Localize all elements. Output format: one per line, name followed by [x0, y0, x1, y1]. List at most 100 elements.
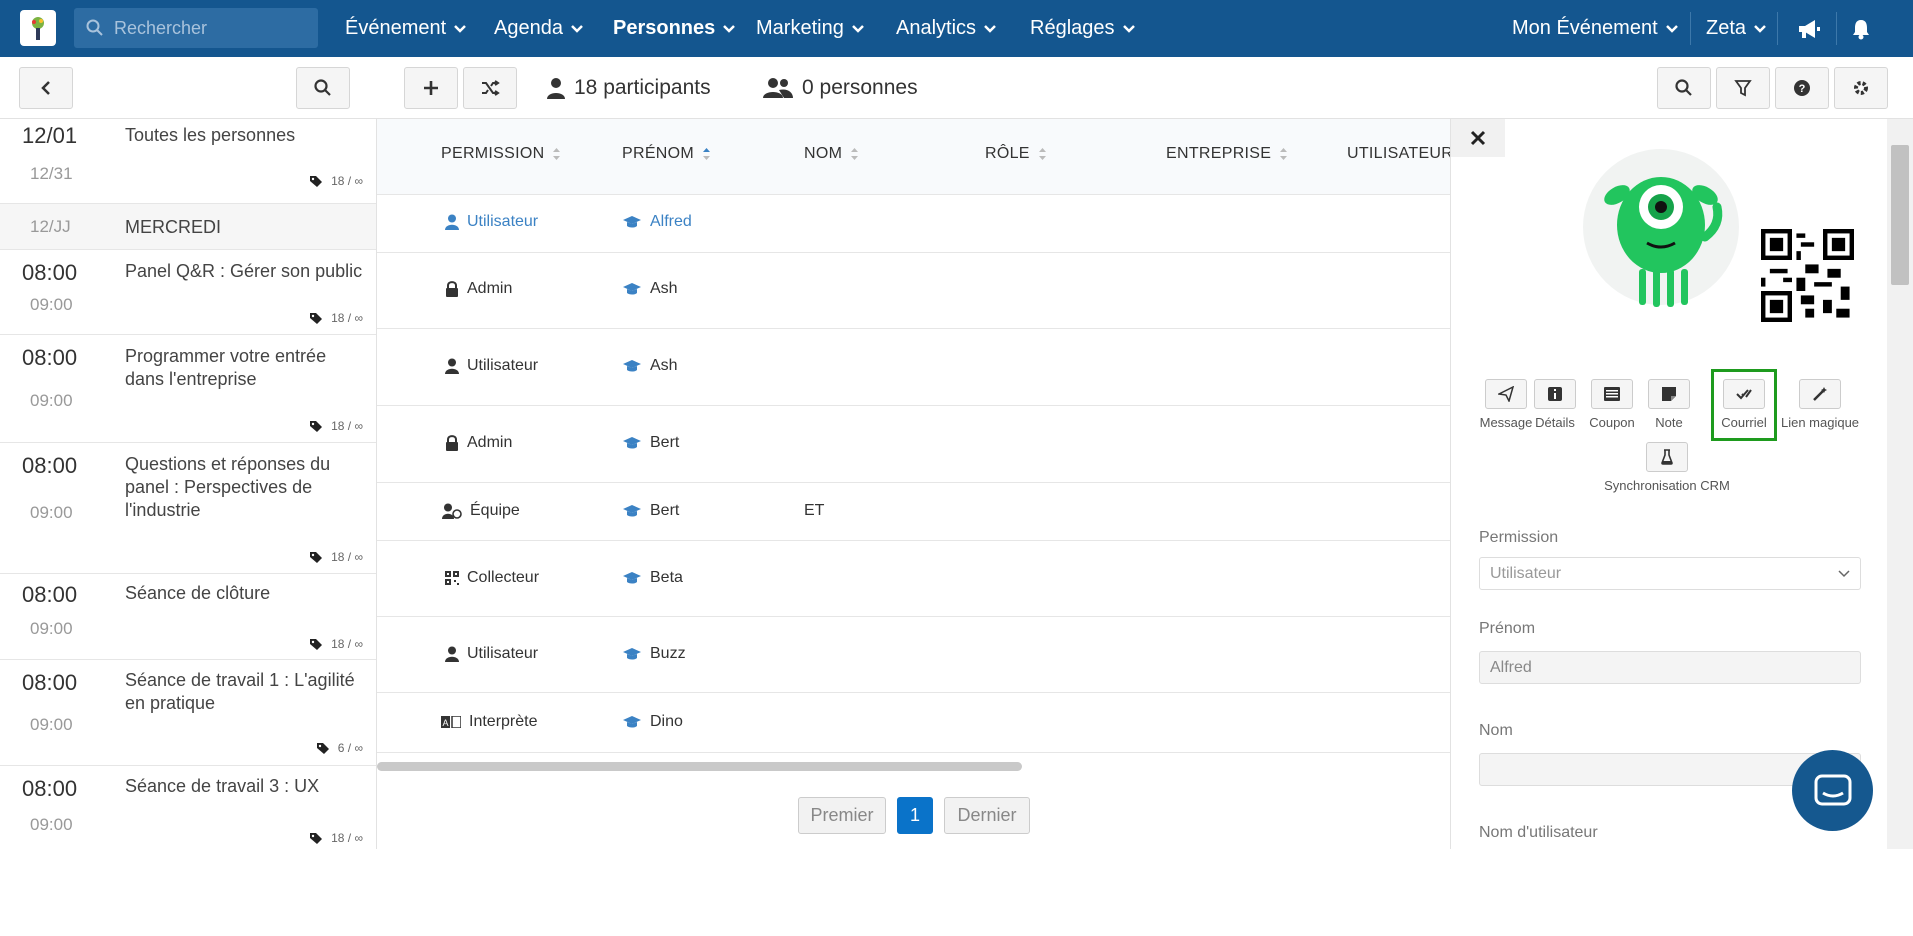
first-name-cell[interactable]: Ash [622, 357, 678, 375]
announcements-button[interactable] [1797, 0, 1821, 57]
add-person-button[interactable] [404, 67, 458, 109]
table-row[interactable]: Admin Bert [377, 406, 1450, 483]
user-icon [547, 78, 565, 99]
column-prenom[interactable]: PRÉNOM [622, 145, 711, 163]
first-name-cell[interactable]: Buzz [622, 645, 686, 663]
chevron-down-icon [454, 24, 467, 33]
close-panel-button[interactable] [1451, 119, 1505, 157]
last-name-label: Nom [1479, 722, 1513, 739]
note-icon [1662, 387, 1676, 401]
session-item[interactable]: 08:00 09:00 Séance de clôture 18 / ∞ [0, 574, 376, 660]
scrollbar-thumb[interactable] [1891, 145, 1909, 285]
table-row[interactable]: Utilisateur Buzz [377, 617, 1450, 693]
first-name-field[interactable]: Alfred [1479, 651, 1861, 684]
vertical-scrollbar[interactable] [1887, 119, 1913, 849]
first-page-button[interactable]: Premier [798, 797, 886, 834]
sort-icon [1280, 148, 1288, 160]
column-entreprise[interactable]: ENTREPRISE [1166, 145, 1288, 163]
note-button[interactable]: Note [1631, 379, 1707, 430]
settings-button[interactable] [1834, 67, 1888, 109]
column-utilisateur[interactable]: UTILISATEUR [1347, 145, 1450, 163]
session-item[interactable]: 08:00 09:00 Questions et réponses du pan… [0, 443, 376, 574]
first-name-cell[interactable]: Bert [622, 502, 679, 520]
email-button[interactable]: Courriel [1711, 369, 1777, 441]
qr-icon [445, 571, 459, 585]
session-item[interactable]: 08:00 09:00 Programmer votre entrée dans… [0, 335, 376, 443]
permission-select[interactable]: Utilisateur [1479, 557, 1861, 590]
chevron-down-icon [1122, 24, 1135, 33]
column-nom[interactable]: NOM [804, 145, 859, 163]
tags-icon [310, 175, 323, 187]
session-item[interactable]: 08:00 09:00 Panel Q&R : Gérer son public… [0, 250, 376, 335]
sort-icon [851, 148, 859, 160]
current-page-button[interactable]: 1 [897, 797, 933, 834]
graduation-cap-icon [623, 505, 641, 517]
chevron-down-icon [1754, 24, 1766, 33]
first-name-cell[interactable]: Bert [622, 434, 679, 452]
table-header: PERMISSION PRÉNOM NOM RÔLE ENTREPRISE UT… [377, 119, 1450, 195]
search-icon [1675, 79, 1692, 96]
nav-reglages[interactable]: Réglages [1030, 0, 1136, 57]
user-menu[interactable]: Zeta [1706, 0, 1767, 57]
session-item[interactable]: 12/01 12/31 Toutes les personnes 18 / ∞ [0, 119, 376, 204]
last-name-cell: ET [804, 502, 825, 519]
flask-icon [1661, 449, 1673, 465]
nav-marketing[interactable]: Marketing [756, 0, 865, 57]
column-role[interactable]: RÔLE [985, 145, 1047, 163]
participants-count: 18 participants [547, 57, 711, 119]
graduation-cap-icon [623, 216, 641, 228]
table-row[interactable]: Équipe Bert ET [377, 483, 1450, 541]
table-row[interactable]: Admin Ash [377, 253, 1450, 329]
last-page-button[interactable]: Dernier [944, 797, 1030, 834]
translate-icon: A [441, 716, 461, 728]
session-item[interactable]: 08:00 09:00 Séance de travail 1 : L'agil… [0, 660, 376, 766]
sessions-toolbar [0, 57, 377, 119]
chevron-down-icon [1838, 569, 1850, 577]
users-icon [763, 78, 793, 98]
table-row[interactable]: Utilisateur Alfred [377, 195, 1450, 253]
first-name-label: Prénom [1479, 620, 1536, 637]
back-button[interactable] [19, 67, 73, 109]
plus-icon [424, 81, 438, 95]
filter-button[interactable] [1716, 67, 1770, 109]
avatar [1581, 145, 1761, 310]
magic-wand-icon [1813, 387, 1827, 401]
chevron-down-icon [1665, 24, 1678, 33]
tags-icon [310, 312, 323, 324]
crm-sync-button[interactable]: Synchronisation CRM [1597, 442, 1737, 493]
help-button[interactable]: ? [1775, 67, 1829, 109]
shuffle-button[interactable] [463, 67, 517, 109]
table-row[interactable]: Collecteur Beta [377, 541, 1450, 617]
people-table: PERMISSION PRÉNOM NOM RÔLE ENTREPRISE UT… [377, 119, 1450, 774]
horizontal-scrollbar[interactable] [377, 762, 1022, 771]
table-row[interactable]: A Interprète Dino [377, 693, 1450, 753]
chat-icon [1814, 774, 1851, 805]
lock-icon [446, 281, 458, 297]
event-selector[interactable]: Mon Événement [1512, 0, 1679, 57]
first-name-cell[interactable]: Beta [622, 569, 683, 587]
nav-personnes[interactable]: Personnes [613, 0, 736, 57]
sort-icon [553, 148, 561, 160]
chevron-down-icon [723, 24, 736, 33]
permission-label: Permission [1479, 529, 1559, 546]
session-search-button[interactable] [296, 67, 350, 109]
persons-count: 0 personnes [763, 57, 918, 119]
notifications-button[interactable] [1851, 0, 1871, 57]
nav-divider [1690, 12, 1691, 45]
nav-agenda[interactable]: Agenda [494, 0, 584, 57]
first-name-cell[interactable]: Dino [622, 713, 683, 731]
global-search-input[interactable]: Rechercher [74, 8, 318, 48]
table-row[interactable]: Utilisateur Ash [377, 329, 1450, 406]
column-permission[interactable]: PERMISSION [441, 145, 561, 163]
magic-link-button[interactable]: Lien magique [1775, 379, 1865, 430]
session-item[interactable]: 08:00 09:00 Séance de travail 3 : UX 18 … [0, 766, 376, 849]
chevron-down-icon [984, 24, 996, 33]
chat-launcher-button[interactable] [1792, 750, 1873, 831]
table-search-button[interactable] [1657, 67, 1711, 109]
first-name-cell[interactable]: Alfred [622, 213, 692, 231]
info-icon [1548, 387, 1562, 401]
nav-evenement[interactable]: Événement [345, 0, 467, 57]
nav-analytics[interactable]: Analytics [896, 0, 997, 57]
first-name-cell[interactable]: Ash [622, 280, 678, 298]
app-logo[interactable] [20, 10, 56, 46]
